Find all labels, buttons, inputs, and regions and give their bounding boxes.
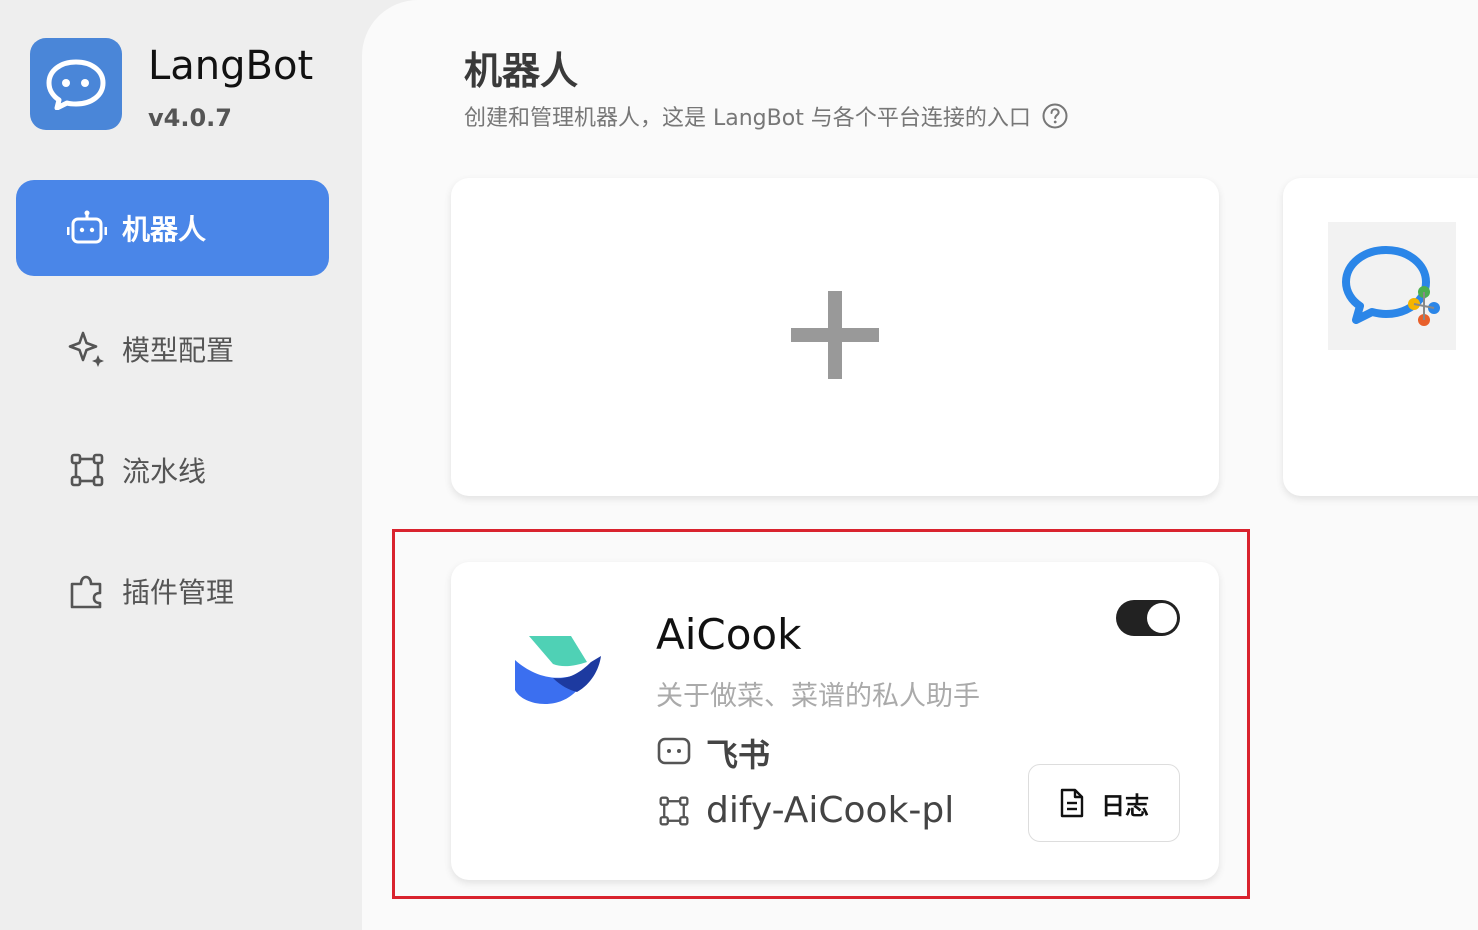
app-root: LangBot v4.0.7 机器人 模型配置 流水线 插件管理 机器人 创建和…	[0, 0, 1478, 930]
puzzle-icon	[66, 570, 108, 612]
page-subtitle-text: 创建和管理机器人，这是 LangBot 与各个平台连接的入口	[464, 106, 1031, 131]
sparkle-icon	[66, 328, 108, 370]
pipeline-icon	[66, 449, 108, 491]
brand-version: v4.0.7	[148, 104, 232, 132]
bot-description: 关于做菜、菜谱的私人助手	[656, 681, 980, 712]
langbot-logo-icon	[30, 38, 122, 130]
sidebar-item-plugins[interactable]: 插件管理	[16, 543, 329, 639]
bot-platform: 飞书	[656, 730, 770, 776]
sidebar-item-models[interactable]: 模型配置	[16, 301, 329, 397]
wecom-chat-icon	[1328, 222, 1456, 350]
plus-icon	[789, 289, 881, 385]
sidebar-item-pipelines[interactable]: 流水线	[16, 422, 329, 518]
brand: LangBot v4.0.7	[30, 38, 313, 132]
sidebar-item-bots[interactable]: 机器人	[16, 180, 329, 276]
add-bot-card[interactable]	[451, 178, 1219, 496]
brand-name: LangBot	[148, 43, 314, 89]
page-title: 机器人	[464, 49, 579, 93]
bot-name: AiCook	[656, 610, 802, 659]
main-content: 机器人 创建和管理机器人，这是 LangBot 与各个平台连接的入口 AiCoo…	[362, 0, 1478, 930]
page-subtitle: 创建和管理机器人，这是 LangBot 与各个平台连接的入口	[464, 100, 1069, 132]
document-icon	[1059, 788, 1085, 818]
sidebar-item-label: 插件管理	[122, 576, 235, 609]
sidebar-item-label: 模型配置	[122, 334, 235, 367]
sidebar: LangBot v4.0.7 机器人 模型配置 流水线 插件管理	[0, 0, 362, 930]
bot-platform-label: 飞书	[706, 736, 771, 774]
pipeline-icon	[656, 793, 692, 829]
log-button[interactable]: 日志	[1028, 764, 1180, 842]
bot-card-partial[interactable]	[1283, 178, 1478, 496]
bot-pipeline-label: dify-AiCook-pl	[706, 790, 955, 831]
sidebar-item-label: 流水线	[122, 455, 207, 488]
bot-card[interactable]: AiCook 关于做菜、菜谱的私人助手 飞书 dify-AiCook-pl 日志	[451, 562, 1219, 880]
chat-bubble-icon	[656, 735, 692, 771]
sidebar-item-label: 机器人	[122, 213, 207, 246]
feishu-logo	[513, 632, 603, 712]
toggle-knob	[1147, 603, 1177, 633]
bot-pipeline: dify-AiCook-pl	[656, 790, 954, 831]
question-circle-icon[interactable]	[1041, 102, 1069, 130]
robot-icon	[66, 207, 108, 249]
sidebar-nav: 机器人 模型配置 流水线 插件管理	[16, 180, 329, 664]
log-button-label: 日志	[1101, 791, 1149, 820]
bot-enable-toggle[interactable]	[1116, 600, 1180, 636]
